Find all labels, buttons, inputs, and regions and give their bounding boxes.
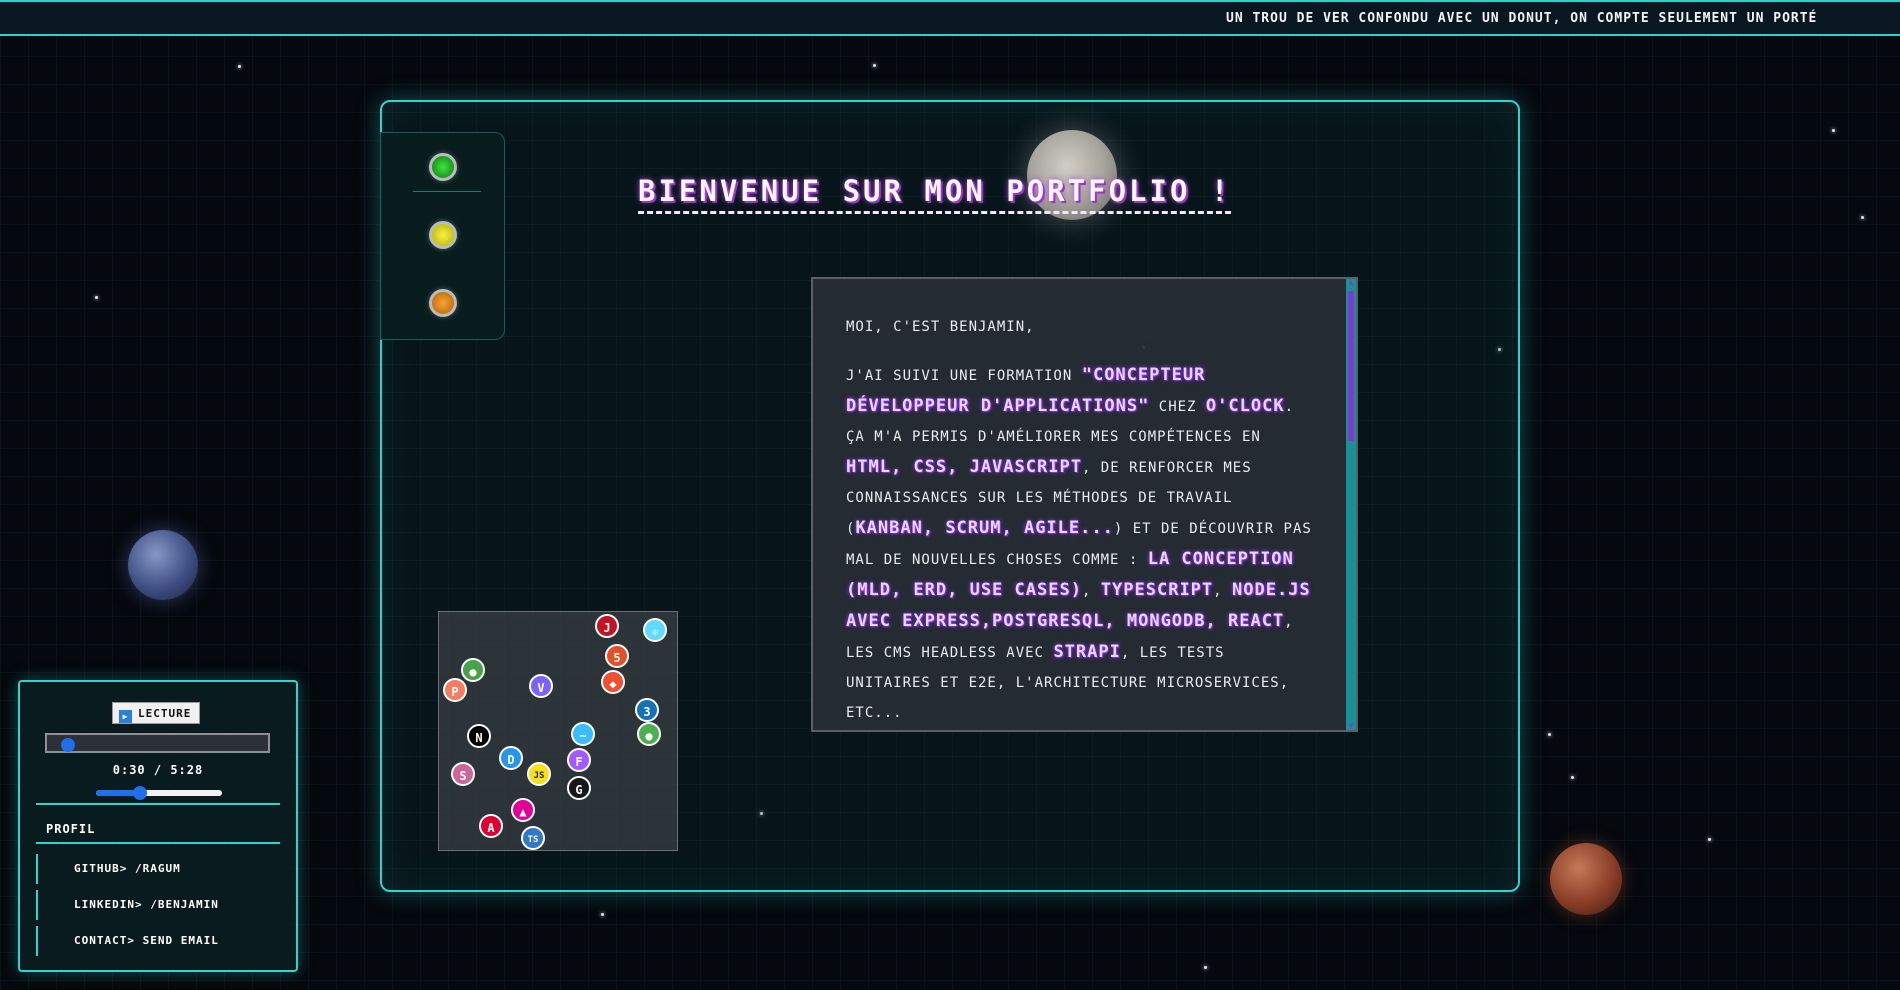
- track-time: 0:30 / 5:28: [112, 763, 204, 777]
- nodejs-icon[interactable]: ●: [637, 722, 661, 746]
- window-controls: [380, 132, 505, 340]
- javascript-icon[interactable]: JS: [527, 762, 551, 786]
- docker-icon[interactable]: D: [499, 746, 523, 770]
- css3-icon[interactable]: 3: [635, 698, 659, 722]
- orange-light-button[interactable]: [429, 289, 457, 317]
- scroll-down-arrow[interactable]: ▼: [1346, 722, 1356, 730]
- progress-knob[interactable]: [60, 738, 75, 752]
- ticker-text: UN TROU DE VER CONFONDU AVEC UN DONUT, O…: [1226, 11, 1818, 26]
- mongodb-icon[interactable]: ●: [461, 658, 485, 682]
- about-text-box[interactable]: MOI, C'EST BENJAMIN, J'AI SUIVI UNE FORM…: [811, 277, 1358, 732]
- panel-divider: [36, 803, 280, 805]
- play-button[interactable]: ▶ LECTURE: [112, 702, 201, 724]
- html5-icon[interactable]: 5: [605, 644, 629, 668]
- controls-divider: [413, 191, 481, 192]
- planet-neptune: [128, 530, 198, 600]
- greeting-text: MOI, C'EST BENJAMIN,: [846, 319, 1035, 335]
- scroll-up-arrow[interactable]: ▲: [1346, 279, 1356, 287]
- jest-icon[interactable]: J: [595, 614, 619, 638]
- page-title: BIENVENUE SUR MON PORTFOLIO !: [638, 174, 1232, 214]
- graphql-icon[interactable]: ▲: [511, 798, 535, 822]
- about-paragraph: J'AI SUIVI UNE FORMATION "CONCEPTEUR DÉV…: [846, 365, 1312, 721]
- scroll-thumb[interactable]: [1348, 291, 1354, 441]
- nextjs-icon[interactable]: N: [467, 724, 491, 748]
- panel-divider: [36, 842, 280, 844]
- linkedin-link[interactable]: LINKEDIN> /BENJAMIN: [36, 890, 219, 920]
- react-icon[interactable]: ⚛: [643, 618, 667, 642]
- tech-icons-box[interactable]: J ⚛ 5 ● V ◆ P 3 ● N ~ D F S JS G ▲ A TS: [438, 611, 678, 851]
- volume-slider[interactable]: [96, 786, 222, 800]
- contact-link[interactable]: CONTACT> SEND EMAIL: [36, 926, 219, 956]
- player-profile-panel: ▶ LECTURE 0:30 / 5:28 PROFIL GITHUB> /RAG…: [18, 680, 298, 972]
- track-progress-bar[interactable]: [45, 733, 270, 753]
- volume-knob[interactable]: [133, 786, 148, 800]
- tailwind-icon[interactable]: ~: [571, 722, 595, 746]
- play-icon: ▶: [119, 710, 132, 723]
- news-ticker: UN TROU DE VER CONFONDU AVEC UN DONUT, O…: [0, 0, 1900, 36]
- github-icon[interactable]: G: [567, 776, 591, 800]
- vite-icon[interactable]: V: [529, 674, 553, 698]
- text-scrollbar[interactable]: ▲ ▼: [1346, 279, 1356, 730]
- angular-icon[interactable]: A: [479, 814, 503, 838]
- typescript-icon[interactable]: TS: [521, 826, 545, 850]
- figma-icon[interactable]: F: [567, 748, 591, 772]
- yellow-light-button[interactable]: [429, 221, 457, 249]
- planet-mars: [1550, 843, 1622, 915]
- green-light-button[interactable]: [429, 153, 457, 181]
- sass-icon[interactable]: S: [451, 762, 475, 786]
- git-icon[interactable]: ◆: [601, 670, 625, 694]
- postgresql-icon[interactable]: P: [443, 678, 467, 702]
- profile-heading: PROFIL: [46, 822, 96, 836]
- github-link[interactable]: GITHUB> /RAGUM: [36, 854, 181, 884]
